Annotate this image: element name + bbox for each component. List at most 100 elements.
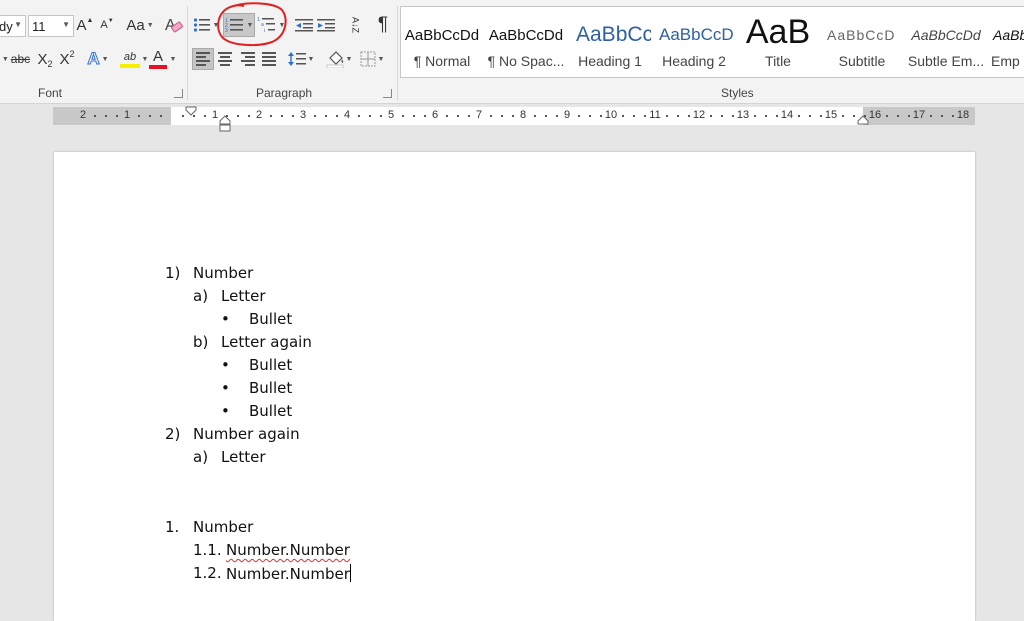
font-size-box[interactable]: 11 ▼ [28, 15, 74, 37]
right-indent-marker[interactable] [856, 115, 870, 127]
chevron-down-icon: ▼ [169, 55, 177, 63]
style-subtitle[interactable]: AaBbCcD Subtitle [821, 7, 903, 77]
align-center-button[interactable] [214, 48, 236, 70]
ruler-tick [512, 115, 514, 117]
shrink-font-button[interactable]: A ▼ [99, 14, 115, 36]
list-marker: • [221, 402, 230, 420]
ruler-tick [545, 115, 547, 117]
list-item[interactable]: Number.Number [226, 564, 351, 583]
style-preview: AaBbCcD [827, 27, 896, 43]
font-color-icon: A [152, 48, 163, 65]
decrease-indent-button[interactable] [294, 14, 314, 36]
list-marker: a) [193, 448, 209, 466]
list-item[interactable]: Letter [221, 287, 265, 305]
strikethrough-button[interactable]: ▼ abc [0, 48, 32, 70]
list-item[interactable]: Number again [193, 425, 300, 443]
font-group-label: Font [38, 86, 63, 100]
highlight-color-swatch [120, 63, 140, 68]
first-line-indent-marker[interactable] [184, 106, 198, 128]
sort-icon: A↓Z [350, 16, 361, 33]
list-item[interactable]: Bullet [249, 356, 292, 374]
ruler-tick [424, 115, 426, 117]
style-name: ¶ Normal [413, 53, 471, 69]
clear-formatting-icon: A [165, 17, 183, 34]
chevron-down-icon: ▼ [146, 21, 154, 29]
paragraph-dialog-launcher-icon[interactable] [383, 89, 392, 98]
hanging-indent-marker[interactable] [218, 115, 232, 133]
style-name: Subtitle [838, 53, 886, 69]
font-dialog-launcher-icon[interactable] [174, 89, 183, 98]
style-name: Emp [991, 53, 1020, 69]
shading-button[interactable]: ▼ [324, 48, 354, 70]
group-divider [187, 6, 188, 100]
ruler-number: 1 [123, 109, 131, 121]
text-cursor [349, 564, 351, 582]
ruler-number: 13 [736, 109, 750, 121]
sort-button[interactable]: A↓Z [344, 13, 366, 37]
ruler-tick [644, 115, 646, 117]
show-formatting-marks-button[interactable]: ¶ [373, 13, 393, 37]
ruler-tick [633, 115, 635, 117]
ruler-tick [941, 115, 943, 117]
ruler-tick [105, 115, 107, 117]
ruler-tick [556, 115, 558, 117]
ruler-tick [446, 115, 448, 117]
style-heading-1[interactable]: AaBbCc Heading 1 [569, 7, 651, 77]
style-title[interactable]: AaB Title [737, 7, 819, 77]
spellcheck-text: Number.Number [226, 541, 350, 559]
ruler-tick [149, 115, 151, 117]
superscript-button[interactable]: X2 [58, 48, 76, 70]
style-preview: AaBbCcDd [404, 26, 480, 44]
ruler-number: 8 [519, 109, 527, 121]
style-name: Heading 1 [578, 53, 642, 69]
ruler-tick [930, 115, 932, 117]
text-effects-button[interactable]: A ▼ [86, 48, 110, 70]
borders-button[interactable]: ▼ [357, 48, 387, 70]
ruler-number: 11 [649, 109, 661, 121]
font-color-dropdown[interactable]: ▼ [168, 50, 178, 68]
ruler-tick [413, 115, 415, 117]
list-item[interactable]: Bullet [249, 310, 292, 328]
style-heading-2[interactable]: AaBbCcD Heading 2 [653, 7, 735, 77]
list-item[interactable]: Letter again [221, 333, 312, 351]
ruler-number: 9 [563, 109, 571, 121]
ruler-number: 2 [79, 109, 87, 121]
ruler-number: 10 [604, 109, 618, 121]
ruler-number: 6 [431, 109, 439, 121]
align-right-button[interactable] [236, 48, 258, 70]
increase-indent-button[interactable] [316, 14, 336, 36]
subscript-button[interactable]: X2 [36, 48, 54, 70]
ruler-tick [336, 115, 338, 117]
list-marker: a) [193, 287, 209, 305]
font-name-box[interactable]: dy ▼ [0, 15, 26, 37]
change-case-button[interactable]: Aa ▼ [125, 14, 155, 36]
list-item[interactable]: Number.Number [226, 541, 350, 559]
font-color-button[interactable]: A [148, 47, 168, 71]
horizontal-ruler[interactable]: 2 1 1 2 3 4 5 6 7 8 9 10 11 12 13 14 15 16 17 18 [53, 106, 975, 132]
document-page[interactable]: 1) Number a) Letter • Bullet b) Letter a… [54, 152, 975, 621]
align-left-button[interactable] [192, 48, 214, 70]
justify-button[interactable] [258, 48, 280, 70]
ruler-tick [798, 115, 800, 117]
list-item[interactable]: Number [193, 518, 253, 536]
ruler-number: 3 [299, 109, 307, 121]
grow-font-button[interactable]: A ▲ [77, 14, 94, 36]
ruler-tick [380, 115, 382, 117]
list-item[interactable]: Letter [221, 448, 265, 466]
ruler-tick [688, 115, 690, 117]
style-subtle-emphasis[interactable]: AaBbCcDd Subtle Em... [905, 7, 987, 77]
line-spacing-button[interactable]: ▼ [286, 48, 316, 70]
clear-formatting-button[interactable]: A [162, 14, 184, 36]
style-emphasis[interactable]: AaBbCcDd Emp [989, 7, 1024, 77]
style-normal[interactable]: AaBbCcDd ¶ Normal [401, 7, 483, 77]
list-item[interactable]: Bullet [249, 402, 292, 420]
style-no-spacing[interactable]: AaBbCcDd ¶ No Spac... [485, 7, 567, 77]
list-item[interactable]: Number [193, 264, 253, 282]
borders-icon [360, 51, 376, 67]
list-item[interactable]: Bullet [249, 379, 292, 397]
styles-group-label: Styles [721, 86, 754, 100]
ruler-number: 17 [912, 109, 926, 121]
ruler-number: 12 [692, 109, 706, 121]
list-marker: 1.2. [193, 564, 222, 582]
ruler-number: 15 [824, 109, 838, 121]
